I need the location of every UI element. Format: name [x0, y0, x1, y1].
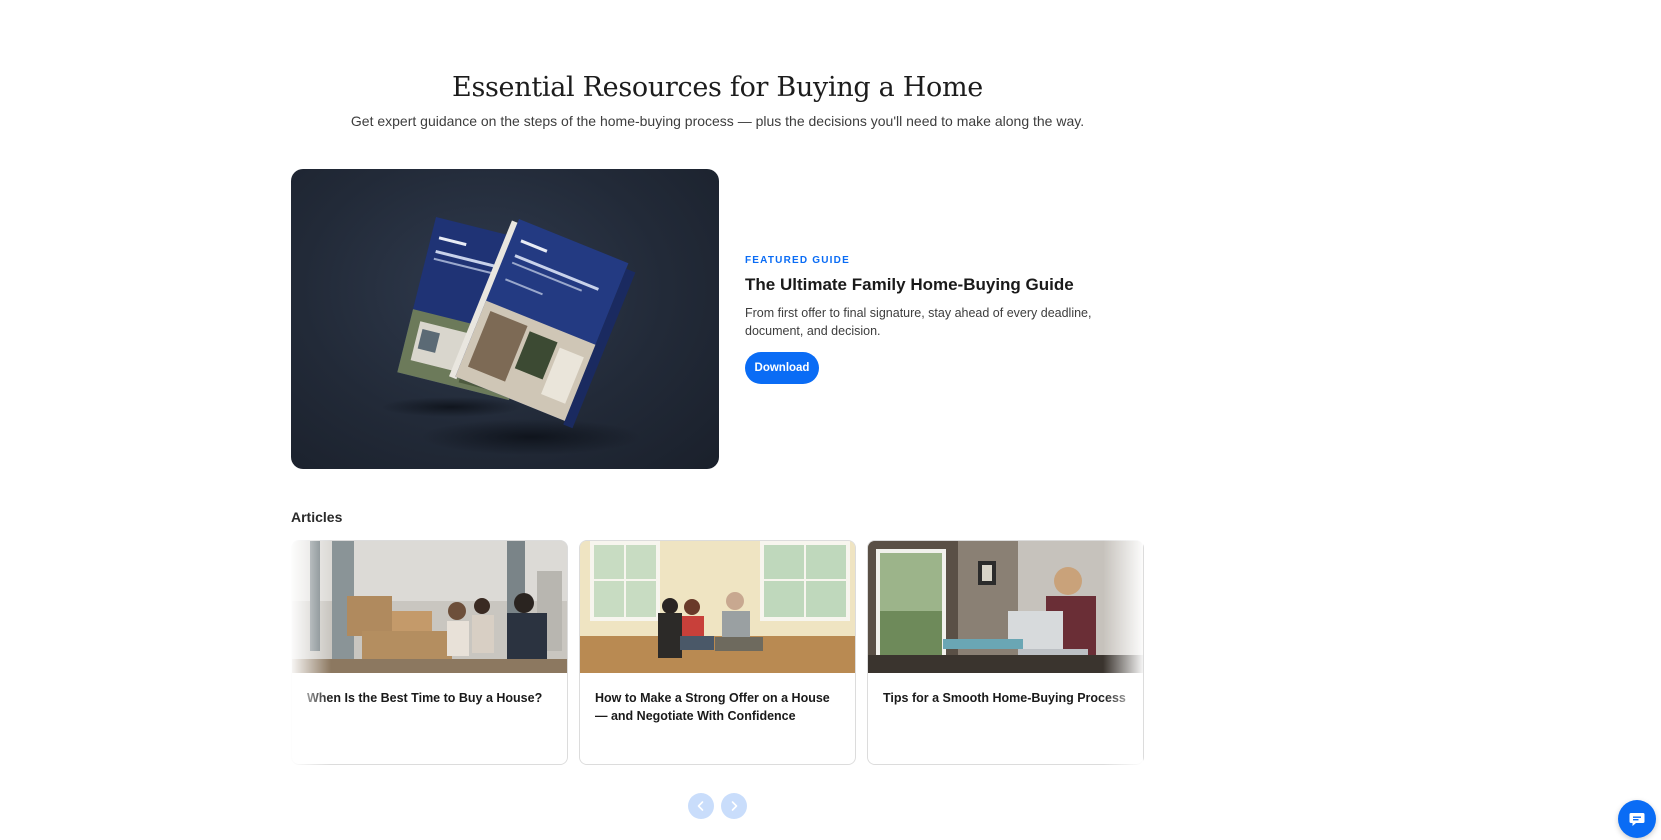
- carousel-next-button[interactable]: [721, 793, 747, 819]
- chat-button[interactable]: [1618, 800, 1656, 838]
- download-button[interactable]: Download: [745, 352, 819, 384]
- carousel-prev-button[interactable]: [688, 793, 714, 819]
- article-card[interactable]: How to Make a Strong Offer on a House — …: [579, 540, 856, 765]
- chevron-right-icon: [731, 801, 738, 811]
- article-image-couple-with-dog: [580, 541, 855, 673]
- featured-description: From first offer to final signature, sta…: [745, 306, 1092, 338]
- article-image-woman-at-laptop: [868, 541, 1143, 673]
- article-card[interactable]: Tips for a Smooth Home-Buying Process: [867, 540, 1144, 765]
- article-image-moving-family: [292, 541, 567, 673]
- articles-carousel: When Is the Best Time to Buy a House? Ho…: [291, 540, 1144, 765]
- article-title[interactable]: How to Make a Strong Offer on a House — …: [595, 689, 840, 725]
- article-card[interactable]: When Is the Best Time to Buy a House?: [291, 540, 568, 765]
- article-title[interactable]: Tips for a Smooth Home-Buying Process: [883, 689, 1128, 707]
- featured-guide-image[interactable]: [291, 169, 719, 469]
- featured-eyebrow: FEATURED GUIDE: [745, 255, 850, 266]
- article-title[interactable]: When Is the Best Time to Buy a House?: [307, 689, 552, 707]
- featured-title: The Ultimate Family Home-Buying Guide: [745, 275, 1074, 294]
- chat-bubble-icon: [1629, 813, 1645, 826]
- book-mockup-illustration: [381, 217, 641, 455]
- chevron-left-icon: [697, 801, 704, 811]
- articles-heading: Articles: [291, 509, 343, 525]
- page-subtitle: Get expert guidance on the steps of the …: [350, 113, 1085, 129]
- page-title: Essential Resources for Buying a Home: [452, 72, 983, 103]
